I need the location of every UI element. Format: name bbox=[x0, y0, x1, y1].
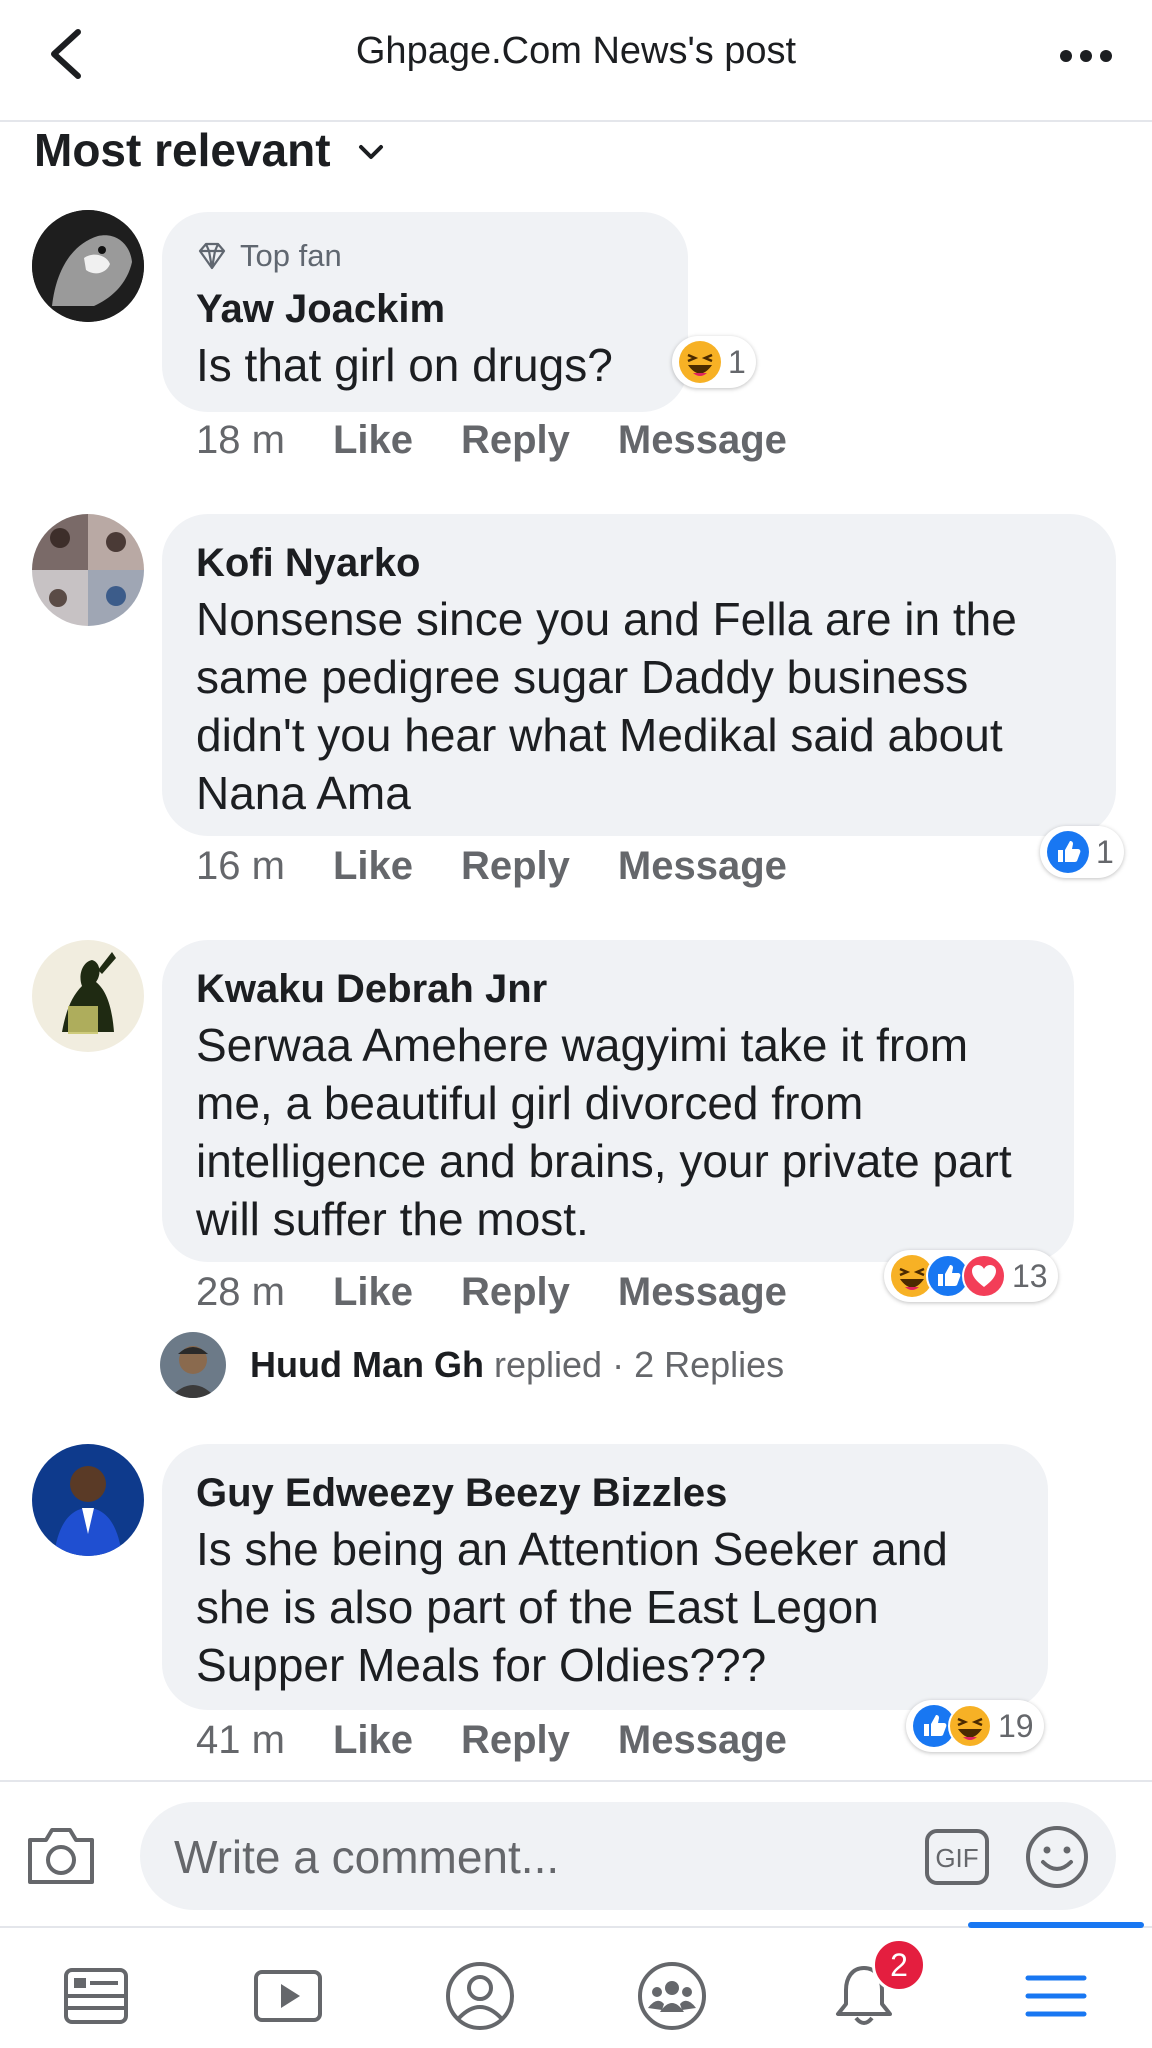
like-button[interactable]: Like bbox=[333, 844, 413, 889]
comment-text: Is she being an Attention Seeker and she… bbox=[196, 1523, 948, 1691]
tab-profile[interactable] bbox=[442, 1958, 518, 2034]
comment-placeholder: Write a comment... bbox=[174, 1831, 560, 1883]
reaction-summary[interactable]: 1 bbox=[672, 336, 756, 388]
more-button[interactable] bbox=[1056, 36, 1116, 76]
reply-button[interactable]: Reply bbox=[461, 1718, 570, 1763]
page-title: Ghpage.Com News's post bbox=[355, 30, 797, 72]
comment-time[interactable]: 16 m bbox=[196, 844, 285, 889]
message-button[interactable]: Message bbox=[618, 844, 787, 889]
message-button[interactable]: Message bbox=[618, 1718, 787, 1763]
comment-input[interactable]: Write a comment... GIF bbox=[140, 1802, 1116, 1910]
comment-author[interactable]: Kwaku Debrah Jnr bbox=[196, 966, 1040, 1012]
haha-reaction-icon bbox=[948, 1704, 992, 1748]
love-reaction-icon bbox=[962, 1254, 1006, 1298]
tab-menu[interactable] bbox=[1018, 1958, 1094, 2034]
tab-watch[interactable] bbox=[250, 1958, 326, 2034]
avatar[interactable] bbox=[32, 1444, 144, 1556]
comment-time[interactable]: 28 m bbox=[196, 1270, 285, 1315]
message-button[interactable]: Message bbox=[618, 418, 787, 463]
comment-text: Serwaa Amehere wagyimi take it from me, … bbox=[196, 1019, 1012, 1245]
comment-actions: 41 m Like Reply Message bbox=[196, 1718, 835, 1763]
replied-verb: replied bbox=[493, 1344, 603, 1385]
bottom-navigation: 2 bbox=[0, 1922, 1152, 2048]
comment-bubble[interactable]: Kofi Nyarko Nonsense since you and Fella… bbox=[162, 514, 1116, 836]
top-fan-badge: Top fan bbox=[196, 238, 654, 274]
reply-author: Huud Man Gh bbox=[250, 1344, 484, 1385]
comment-text: Nonsense since you and Fella are in the … bbox=[196, 593, 1017, 819]
avatar bbox=[160, 1332, 226, 1398]
comment-author[interactable]: Guy Edweezy Beezy Bizzles bbox=[196, 1470, 1014, 1516]
watch-icon bbox=[254, 1970, 322, 2022]
separator: · bbox=[602, 1344, 635, 1385]
view-replies-link[interactable]: Huud Man Gh replied · 2 Replies bbox=[160, 1332, 784, 1398]
news-feed-icon bbox=[64, 1968, 128, 2024]
chevron-down-icon bbox=[358, 145, 383, 159]
like-button[interactable]: Like bbox=[333, 418, 413, 463]
comment-text: Is that girl on drugs? bbox=[196, 339, 613, 391]
notification-badge: 2 bbox=[872, 1938, 926, 1992]
like-reaction-icon bbox=[1047, 831, 1089, 873]
profile-icon bbox=[446, 1962, 514, 2030]
reaction-count: 1 bbox=[728, 343, 746, 380]
like-button[interactable]: Like bbox=[333, 1270, 413, 1315]
reaction-count: 19 bbox=[998, 1707, 1034, 1744]
avatar[interactable] bbox=[32, 940, 144, 1052]
comment-time[interactable]: 41 m bbox=[196, 1718, 285, 1763]
like-button[interactable]: Like bbox=[333, 1718, 413, 1763]
comment-actions: 18 m Like Reply Message bbox=[196, 418, 835, 463]
tab-news-feed[interactable] bbox=[58, 1958, 134, 2034]
haha-reaction-icon bbox=[679, 341, 721, 383]
reply-count: 2 Replies bbox=[634, 1344, 785, 1385]
camera-icon bbox=[28, 1828, 94, 1884]
avatar[interactable] bbox=[32, 210, 144, 322]
smiley-icon bbox=[1026, 1826, 1088, 1888]
gif-button[interactable]: GIF bbox=[924, 1828, 990, 1886]
avatar[interactable] bbox=[32, 514, 144, 626]
comment-bubble[interactable]: Top fan Yaw Joackim Is that girl on drug… bbox=[162, 212, 688, 412]
groups-icon bbox=[638, 1962, 706, 2030]
reaction-summary[interactable]: 13 bbox=[884, 1250, 1058, 1302]
reply-button[interactable]: Reply bbox=[461, 844, 570, 889]
comment-actions: 16 m Like Reply Message bbox=[196, 844, 835, 889]
menu-icon bbox=[1025, 1975, 1087, 2017]
active-tab-indicator bbox=[968, 1922, 1144, 1928]
reaction-count: 1 bbox=[1096, 833, 1114, 870]
comment-bubble[interactable]: Kwaku Debrah Jnr Serwaa Amehere wagyimi … bbox=[162, 940, 1074, 1262]
gif-label: GIF bbox=[935, 1843, 978, 1873]
comment-time[interactable]: 18 m bbox=[196, 418, 285, 463]
more-horizontal-icon bbox=[1060, 50, 1112, 62]
emoji-button[interactable] bbox=[1024, 1824, 1090, 1890]
post-header: Ghpage.Com News's post bbox=[0, 0, 1152, 122]
reaction-summary[interactable]: 19 bbox=[906, 1700, 1044, 1752]
message-button[interactable]: Message bbox=[618, 1270, 787, 1315]
reaction-count: 13 bbox=[1012, 1257, 1048, 1294]
comment-composer: Write a comment... GIF bbox=[0, 1780, 1152, 1926]
reply-button[interactable]: Reply bbox=[461, 1270, 570, 1315]
comment-bubble[interactable]: Guy Edweezy Beezy Bizzles Is she being a… bbox=[162, 1444, 1048, 1710]
comment-author[interactable]: Yaw Joackim bbox=[196, 286, 654, 332]
comment-author[interactable]: Kofi Nyarko bbox=[196, 540, 1082, 586]
reaction-summary[interactable]: 1 bbox=[1040, 826, 1124, 878]
camera-button[interactable] bbox=[24, 1822, 98, 1888]
tab-groups[interactable] bbox=[634, 1958, 710, 2034]
comment-actions: 28 m Like Reply Message bbox=[196, 1270, 835, 1315]
sort-selector[interactable]: Most relevant bbox=[34, 118, 385, 182]
diamond-icon bbox=[198, 242, 226, 270]
reply-button[interactable]: Reply bbox=[461, 418, 570, 463]
sort-label: Most relevant bbox=[34, 124, 331, 176]
